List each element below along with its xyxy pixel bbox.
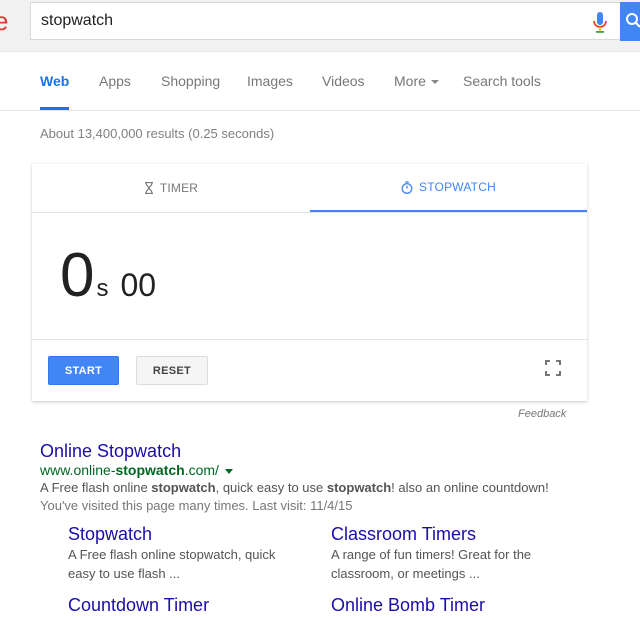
sitelink-online-bomb-timer[interactable]: Online Bomb Timer — [331, 595, 485, 616]
tab-search-tools[interactable]: Search tools — [463, 73, 541, 89]
search-tabs: Web Apps Shopping Images Videos More Sea… — [0, 53, 640, 111]
tab-more-label: More — [394, 73, 426, 89]
result-stats: About 13,400,000 results (0.25 seconds) — [40, 126, 275, 141]
tab-images[interactable]: Images — [247, 73, 293, 89]
search-box[interactable] — [30, 2, 622, 40]
sitelink-description: A range of fun timers! Great for the cla… — [331, 547, 532, 581]
card-divider — [32, 339, 587, 340]
snippet-text: A Free flash online — [40, 480, 152, 495]
result-snippet: A Free flash online stopwatch, quick eas… — [40, 480, 549, 495]
centiseconds-value: 00 — [120, 267, 157, 303]
chevron-down-icon — [430, 80, 439, 85]
reset-button[interactable]: RESET — [136, 356, 208, 385]
stopwatch-icon — [401, 180, 413, 194]
visited-note: You've visited this page many times. Las… — [40, 498, 353, 513]
result-url-suffix: .com/ — [184, 462, 219, 478]
chevron-down-icon[interactable] — [224, 468, 233, 474]
feedback-link[interactable]: Feedback — [518, 408, 566, 420]
tab-stopwatch-label: STOPWATCH — [419, 180, 496, 194]
tab-more[interactable]: More — [394, 73, 439, 89]
snippet-text: ! also an online countdown! — [391, 480, 549, 495]
snippet-text: , quick easy to use — [215, 480, 327, 495]
seconds-unit: s — [96, 275, 109, 302]
search-header: e — [0, 0, 640, 52]
start-button[interactable]: START — [48, 356, 119, 385]
sitelink-description: A Free flash online stopwatch, quick eas… — [68, 547, 276, 581]
tab-web[interactable]: Web — [40, 73, 69, 89]
stopwatch-display: 0s 00 — [60, 240, 156, 312]
hourglass-icon — [144, 182, 153, 194]
fullscreen-icon[interactable] — [545, 360, 561, 376]
tab-apps[interactable]: Apps — [99, 73, 131, 89]
card-divider — [32, 212, 587, 213]
tab-shopping[interactable]: Shopping — [161, 73, 220, 89]
result-url-prefix: www.online- — [40, 462, 116, 478]
sitelink-classroom-timers[interactable]: Classroom Timers — [331, 524, 476, 545]
snippet-bold: stopwatch — [326, 480, 392, 495]
search-input[interactable] — [41, 10, 561, 32]
tab-videos[interactable]: Videos — [322, 73, 365, 89]
sitelink-countdown-timer[interactable]: Countdown Timer — [68, 595, 209, 616]
sitelink-stopwatch[interactable]: Stopwatch — [68, 524, 152, 545]
search-button[interactable] — [620, 2, 640, 41]
active-tab-indicator — [40, 107, 69, 110]
result-title[interactable]: Online Stopwatch — [40, 441, 181, 462]
stopwatch-card: TIMER STOPWATCH 0s 00 START RESET — [32, 164, 587, 401]
tab-stopwatch[interactable]: STOPWATCH — [310, 164, 587, 212]
microphone-icon[interactable] — [591, 11, 609, 35]
google-logo[interactable]: e — [0, 6, 8, 37]
result-url[interactable]: www.online-stopwatch.com/ — [40, 462, 233, 478]
search-icon — [626, 13, 640, 28]
tab-timer-label: TIMER — [159, 181, 199, 195]
snippet-bold: stopwatch — [151, 480, 216, 495]
seconds-value: 0 — [60, 241, 95, 310]
tab-timer[interactable]: TIMER — [32, 164, 310, 212]
result-url-bold: stopwatch — [115, 462, 185, 478]
